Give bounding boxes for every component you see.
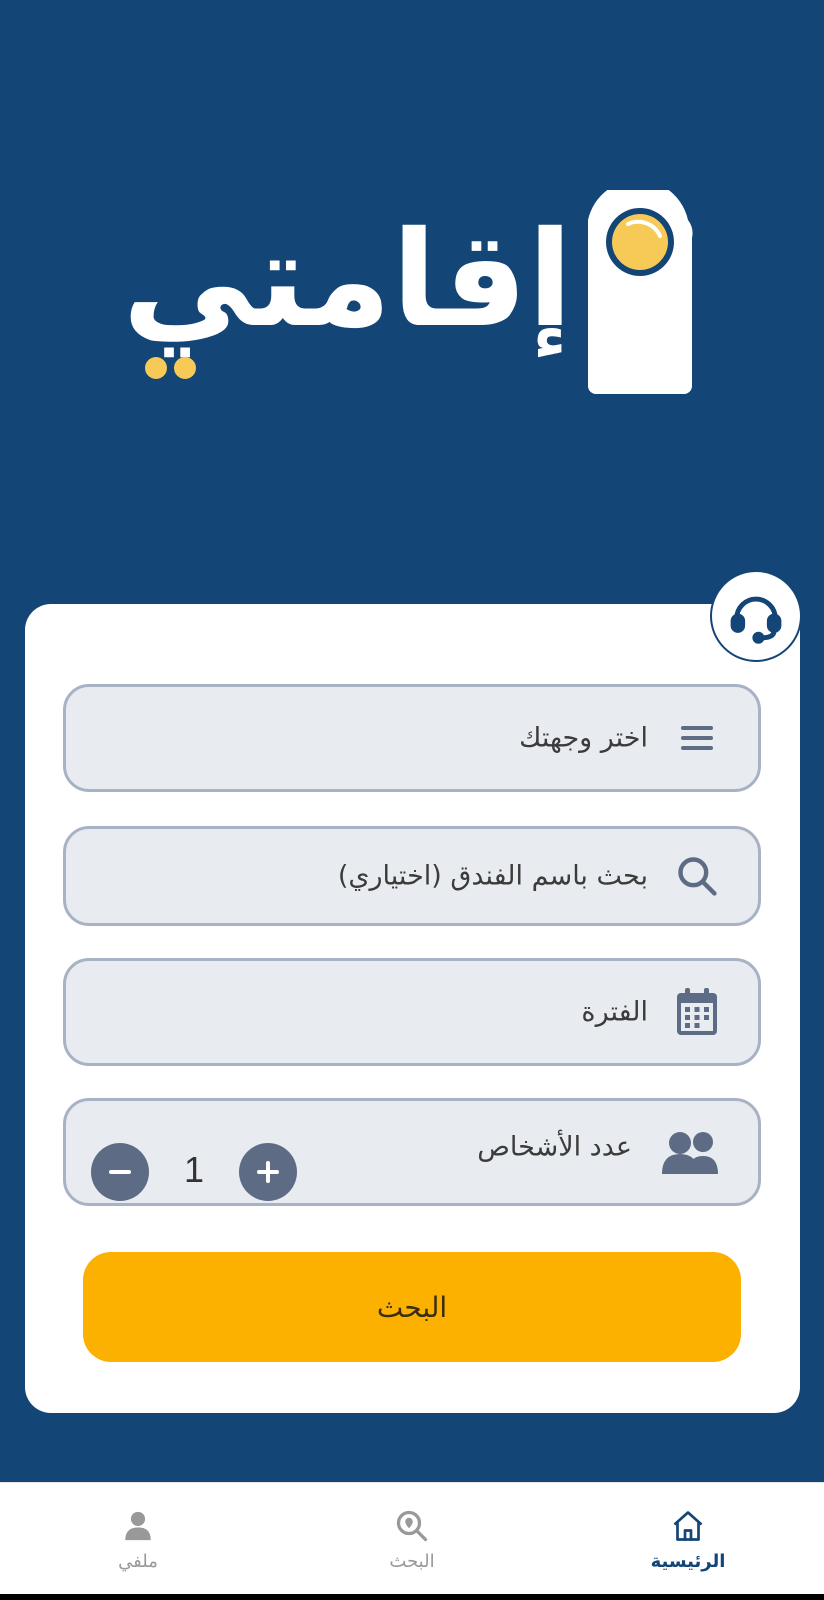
destination-select[interactable]: اختر وجهتك — [63, 684, 761, 792]
guests-label: عدد الأشخاص — [477, 1131, 632, 1163]
decrease-guests-button[interactable] — [91, 1143, 149, 1201]
nav-label-search: البحث — [389, 1550, 435, 1572]
plus-icon — [257, 1161, 279, 1183]
logo-dot — [145, 357, 167, 379]
hotel-search-placeholder: بحث باسم الفندق (اختياري) — [337, 860, 648, 892]
guests-count: 1 — [183, 1149, 205, 1190]
home-icon — [669, 1507, 707, 1545]
support-button[interactable] — [710, 570, 802, 662]
location-search-icon — [393, 1507, 431, 1545]
door-hanger-icon — [588, 190, 693, 394]
increase-guests-button[interactable] — [239, 1143, 297, 1201]
calendar-icon — [674, 988, 720, 1035]
hotel-search-input[interactable]: بحث باسم الفندق (اختياري) — [63, 826, 761, 926]
nav-label-profile: ملفي — [118, 1550, 158, 1572]
nav-item-profile[interactable]: ملفي — [58, 1483, 218, 1595]
people-icon — [658, 1130, 724, 1176]
nav-label-home: الرئيسية — [650, 1550, 726, 1572]
search-icon — [674, 853, 720, 899]
destination-placeholder: اختر وجهتك — [519, 722, 648, 754]
period-picker[interactable]: الفترة — [63, 958, 761, 1066]
minus-icon — [109, 1170, 131, 1174]
period-label: الفترة — [581, 996, 648, 1028]
nav-item-home[interactable]: الرئيسية — [608, 1483, 768, 1595]
guests-field: عدد الأشخاص 1 — [63, 1098, 761, 1206]
user-icon — [119, 1507, 157, 1545]
system-bar — [0, 1594, 824, 1600]
headset-icon — [730, 596, 782, 644]
nav-item-search[interactable]: البحث — [332, 1483, 492, 1595]
menu-icon — [674, 715, 720, 761]
app-logo: إقامتي — [120, 185, 700, 405]
guests-stepper: 1 — [91, 1143, 301, 1203]
search-button[interactable]: البحث — [83, 1252, 741, 1362]
logo-dot — [174, 357, 196, 379]
bottom-navigation: الرئيسية البحث ملفي — [0, 1482, 824, 1594]
